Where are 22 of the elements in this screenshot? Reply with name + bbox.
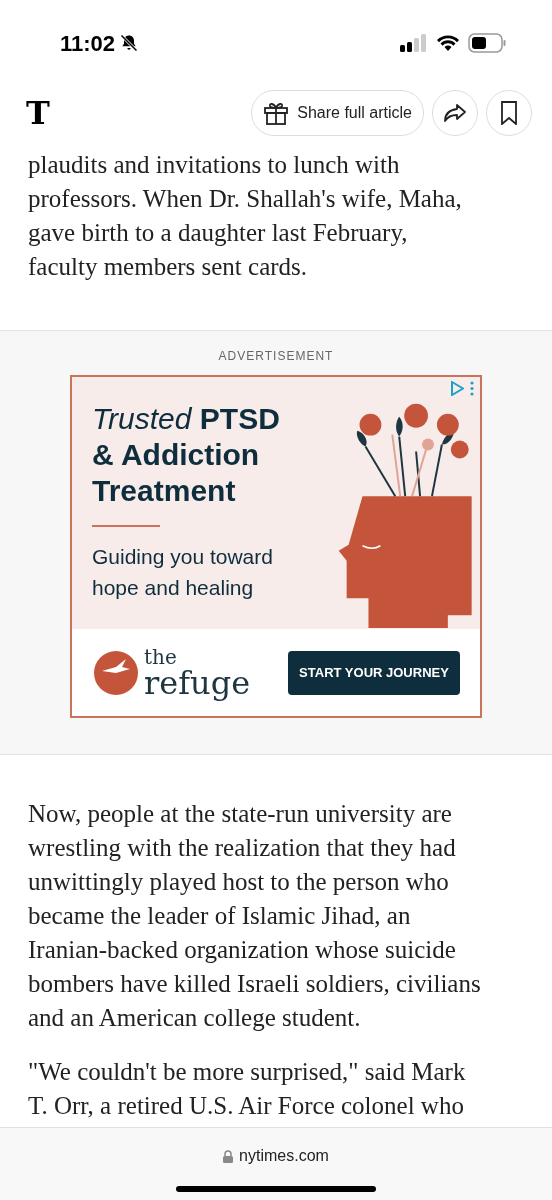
brand-name: refuge <box>144 666 251 699</box>
advertisement-label: ADVERTISEMENT <box>218 348 334 365</box>
article-paragraph: Now, people at the state-run university are wrestling with the realization that they had unwittingly played host to the person who became the leader of Islamic Jihad, an Iranian-backed organization whose suicide bombers have killed Israeli soldiers, civilians and an American college student. <box>28 799 482 1033</box>
share-arrow-icon <box>443 103 467 123</box>
lock-icon <box>223 1149 234 1163</box>
bookmark-icon <box>500 101 518 125</box>
ad-subheadline: Guiding you toward hope and healing <box>92 544 274 601</box>
wifi-icon <box>436 34 460 52</box>
ad-choices-icon <box>450 381 464 396</box>
clock: 11:02 <box>60 29 116 58</box>
newspaper-logo[interactable]: T <box>26 97 50 129</box>
more-options-icon[interactable] <box>470 381 474 396</box>
battery-icon <box>468 33 506 53</box>
ad-headline: Trusted PTSD & Addiction Treatment <box>92 401 281 509</box>
brand-name-small: the <box>144 646 178 667</box>
gift-icon <box>263 100 290 126</box>
article-paragraph: "We couldn't be more surprised," said Mark T. Orr, a retired U.S. Air Force colonel who <box>28 1057 467 1121</box>
advertisement-banner[interactable]: Trusted PTSD & Addiction Treatment Guiding you toward hope and healing the refuge START YOUR JOURNEY <box>70 375 482 718</box>
url-text[interactable]: nytimes.com <box>239 1144 329 1168</box>
cellular-signal-icon <box>400 34 428 52</box>
article-paragraph: plaudits and invitations to lunch with professors. When Dr. Shallah's wife, Maha, gave birth to a daughter last February, faculty members sent cards. <box>28 150 463 282</box>
start-journey-button[interactable]: START YOUR JOURNEY <box>288 650 460 695</box>
